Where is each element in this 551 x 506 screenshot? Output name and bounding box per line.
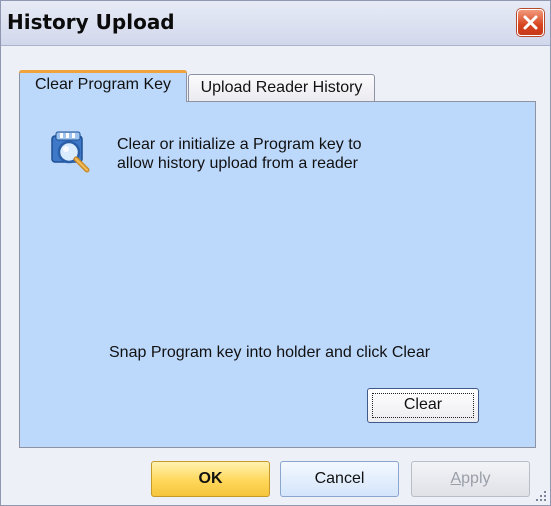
dialog-body: Clear Program Key Upload Reader History … [1, 46, 550, 505]
clear-program-key-panel: Clear or initialize a Program key to all… [19, 101, 536, 448]
tab-upload-reader-history[interactable]: Upload Reader History [188, 74, 375, 101]
resize-grip-icon[interactable] [534, 489, 548, 503]
ok-button[interactable]: OK [151, 461, 270, 497]
program-key-search-icon [51, 131, 90, 173]
close-icon [523, 15, 538, 30]
cancel-button[interactable]: Cancel [280, 461, 399, 497]
window-title: History Upload [7, 10, 175, 34]
panel-description: Clear or initialize a Program key to all… [117, 136, 362, 172]
instruction-text: Snap Program key into holder and click C… [109, 344, 431, 361]
clear-button[interactable]: Clear [367, 388, 479, 423]
apply-accelerator: A [450, 470, 462, 487]
apply-button[interactable]: Apply [411, 461, 530, 497]
tab-clear-program-key[interactable]: Clear Program Key [19, 70, 187, 102]
focus-rectangle [372, 393, 474, 418]
title-bar[interactable]: History Upload [1, 1, 550, 46]
close-button[interactable] [517, 9, 544, 36]
apply-label: pply [461, 470, 491, 487]
history-upload-dialog: History Upload Clear Program Key Upload … [0, 0, 551, 506]
